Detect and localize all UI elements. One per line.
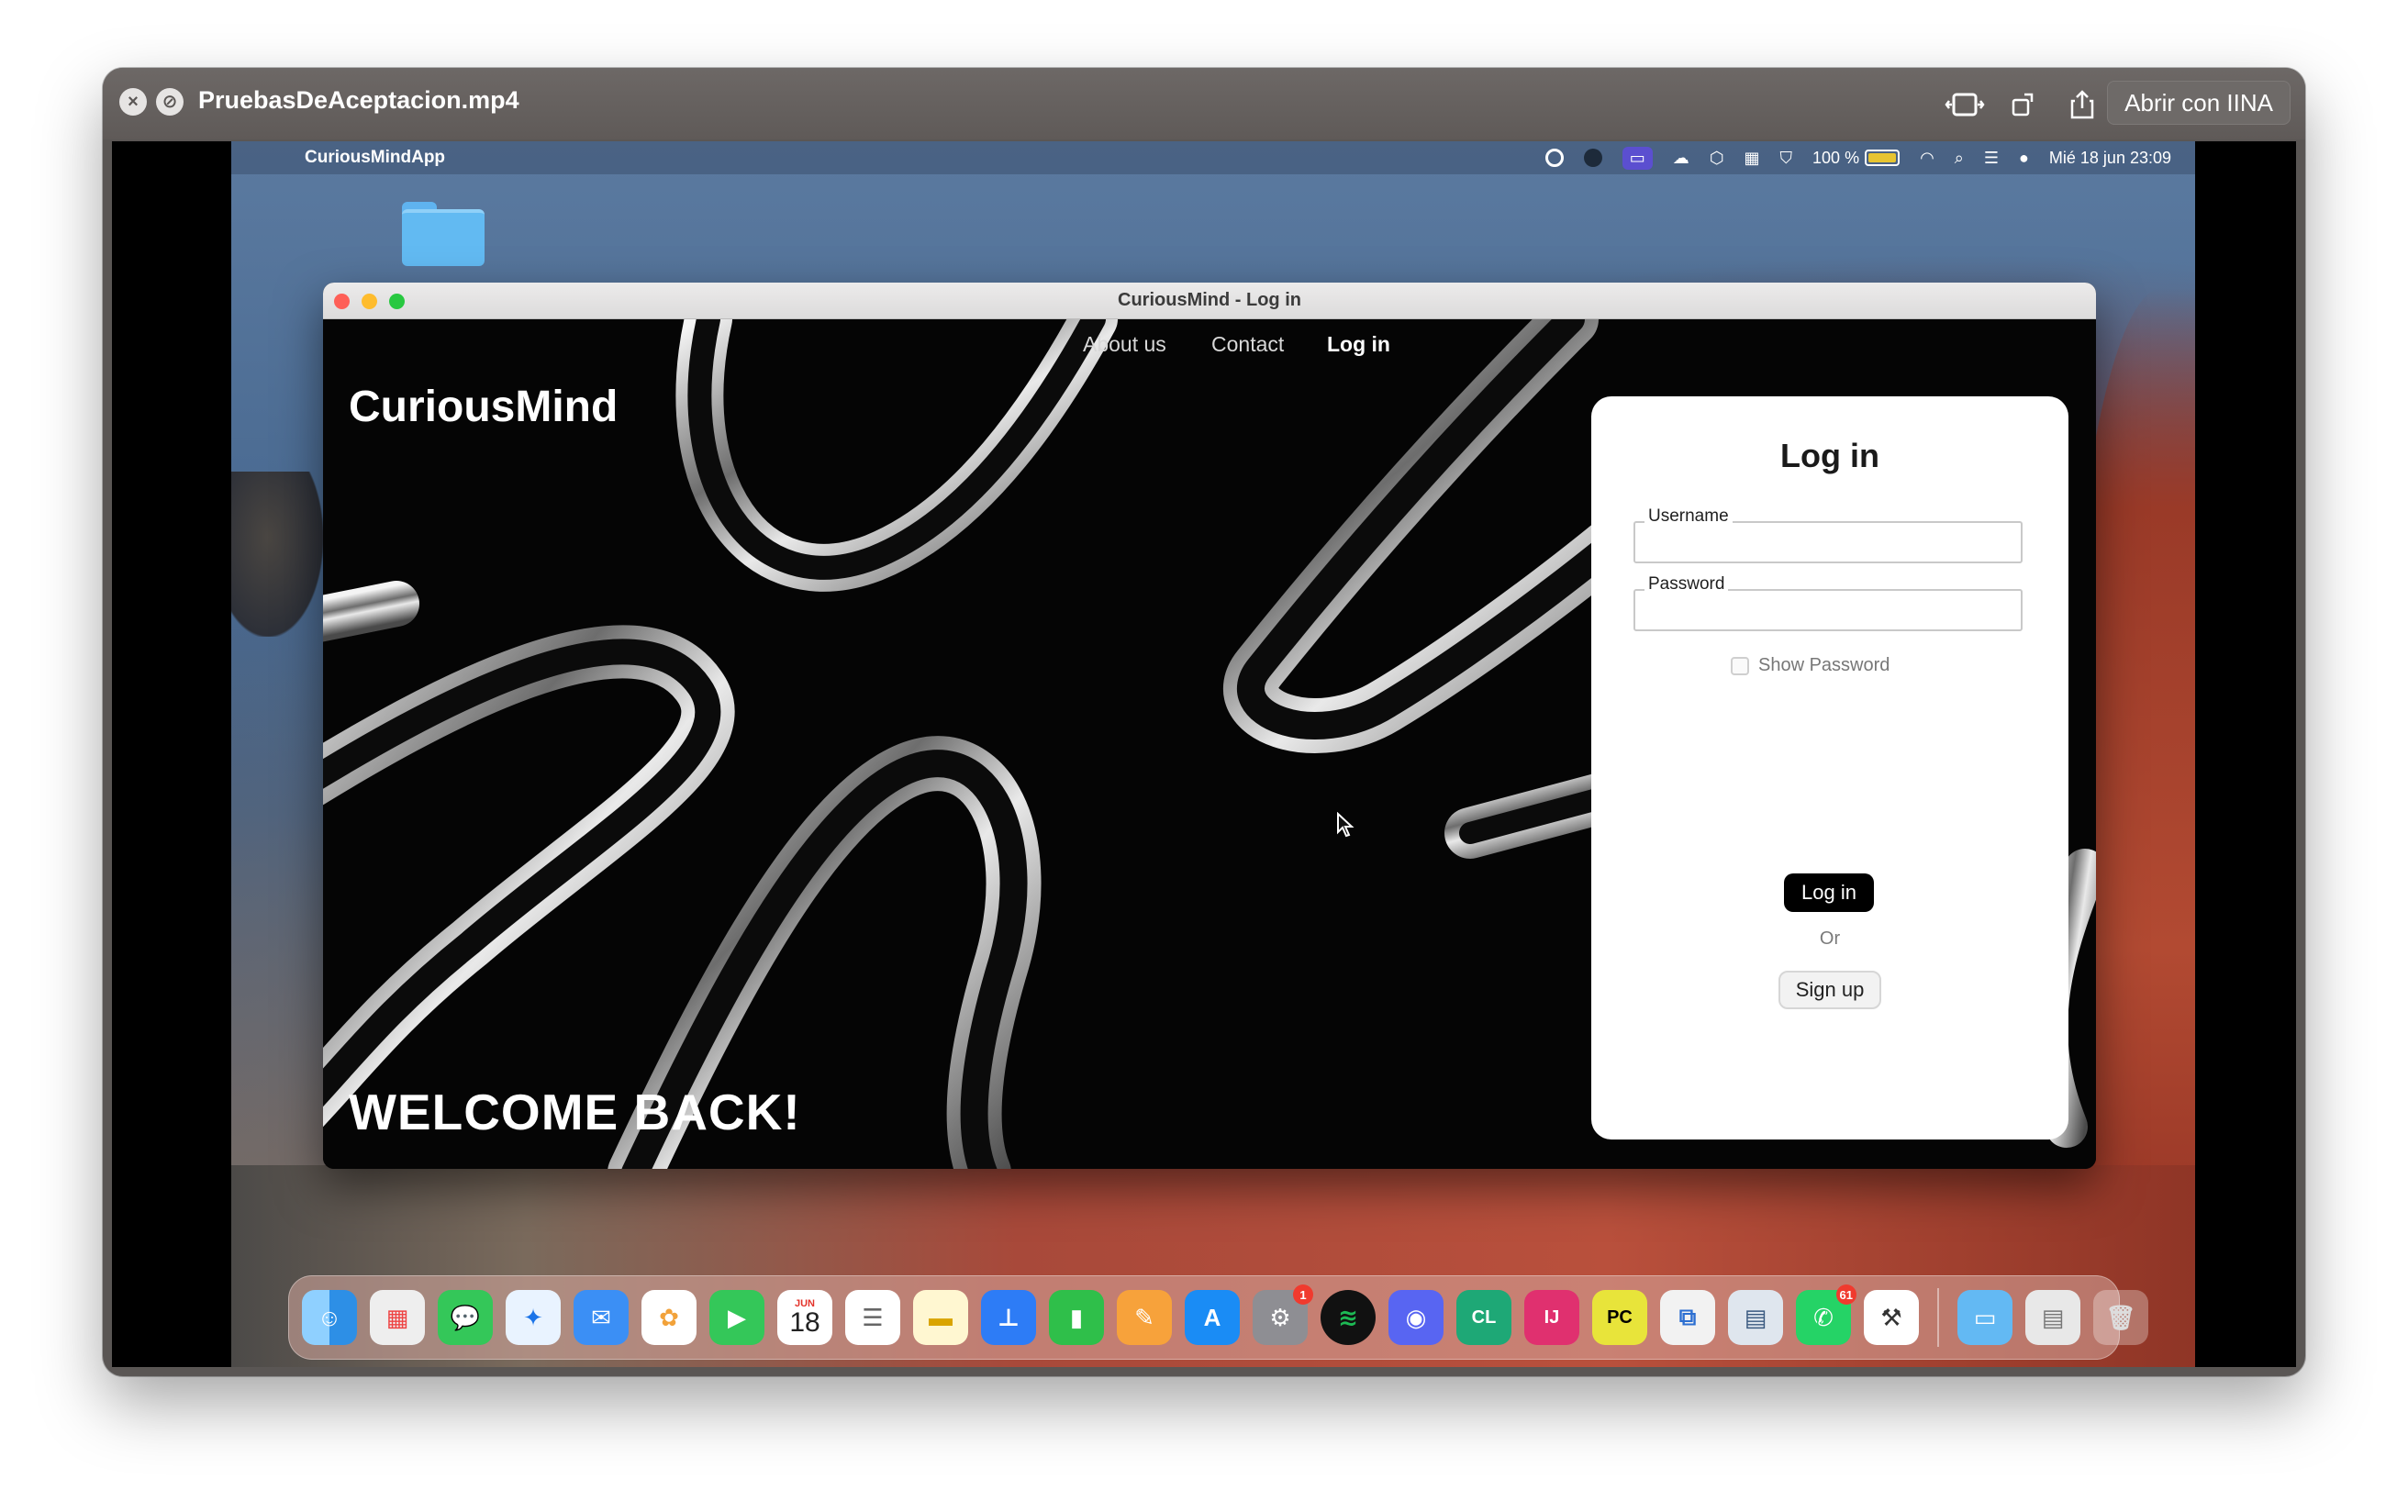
safari-icon[interactable]: ✦ <box>506 1290 561 1345</box>
zoom-window-button[interactable] <box>389 294 405 309</box>
password-input[interactable] <box>1635 591 2021 629</box>
facetime-icon[interactable]: ▶ <box>709 1290 764 1345</box>
share-icon[interactable] <box>2061 86 2103 123</box>
numbers-icon[interactable]: ▮ <box>1049 1290 1104 1345</box>
desktop-folder-icon[interactable] <box>402 202 485 266</box>
finder-icon[interactable]: ☺ <box>302 1290 357 1345</box>
fullscreen-icon[interactable]: ⊘ <box>156 88 184 116</box>
nav-contact[interactable]: Contact <box>1211 332 1284 357</box>
dock-separator <box>1937 1288 1939 1347</box>
hero-section: CuriousMind About us Contact Log in WELC… <box>323 319 2096 1169</box>
photos-icon[interactable]: ✿ <box>641 1290 697 1345</box>
box-icon[interactable]: ⬡ <box>1710 149 1724 168</box>
discord-icon[interactable]: ◉ <box>1388 1290 1444 1345</box>
keynote-icon[interactable]: ⊥ <box>981 1290 1036 1345</box>
window-title: CuriousMind - Log in <box>1118 290 1301 310</box>
or-separator: Or <box>1819 928 1841 949</box>
spotlight-search-icon[interactable]: ⌕ <box>1955 149 1964 168</box>
calendar-icon[interactable]: JUN 18 <box>777 1290 832 1345</box>
quicklook-titlebar: × ⊘ PruebasDeAceptacion.mp4 Abrir con II… <box>103 68 2305 139</box>
calendar-day: 18 <box>789 1307 820 1338</box>
pycharm-icon[interactable]: PC <box>1592 1290 1647 1345</box>
quicklook-window: × ⊘ PruebasDeAceptacion.mp4 Abrir con II… <box>103 68 2305 1376</box>
screen-share-icon[interactable]: ▭ <box>1622 146 1653 170</box>
menu-bar: CuriousMindApp ▭ ☁ ⬡ ▦ ⛉ 100 % ◠ ⌕ ☰ ● M… <box>231 141 2195 174</box>
show-password-toggle[interactable]: Show Password <box>1731 655 1890 676</box>
battery-status[interactable]: 100 % <box>1812 148 1901 168</box>
vmware-icon[interactable]: ⧉ <box>1660 1290 1715 1345</box>
pages-icon[interactable]: ✎ <box>1117 1290 1172 1345</box>
password-label: Password <box>1644 574 1729 595</box>
battery-percent: 100 % <box>1812 148 1860 167</box>
wallpaper-rock <box>231 472 323 637</box>
app-window: CuriousMind - Log in CuriousMind About u… <box>323 283 2096 1169</box>
desktop: CuriousMindApp ▭ ☁ ⬡ ▦ ⛉ 100 % ◠ ⌕ ☰ ● M… <box>231 141 2195 1367</box>
nav-login[interactable]: Log in <box>1327 332 1390 357</box>
password-field[interactable]: Password <box>1633 574 2023 631</box>
menu-clock[interactable]: Mié 18 jun 23:09 <box>2049 149 2171 168</box>
dock: ☺ ▦ 💬 ✦ ✉ ✿ ▶ JUN 18 ☰ ▬ ⊥ ▮ ✎ A ⚙1 ≋ ◉ <box>288 1275 2148 1360</box>
intellij-icon[interactable]: IJ <box>1524 1290 1579 1345</box>
rotate-icon[interactable] <box>2002 86 2045 123</box>
nav-about[interactable]: About us <box>1083 332 1166 357</box>
login-title: Log in <box>1780 437 1879 474</box>
wifi-icon[interactable]: ◠ <box>1920 149 1934 168</box>
open-with-iina-button[interactable]: Abrir con IINA <box>2107 81 2291 125</box>
preview-icon[interactable]: ▤ <box>1728 1290 1783 1345</box>
system-settings-icon[interactable]: ⚙ 1 <box>1253 1284 1313 1345</box>
spotify-icon[interactable]: ≋ <box>1321 1290 1376 1345</box>
battery-icon <box>1865 150 1901 166</box>
mail-icon[interactable]: ✉ <box>574 1290 629 1345</box>
control-center-icon[interactable]: ☰ <box>1984 149 1999 168</box>
whatsapp-badge: 61 <box>1835 1284 1856 1305</box>
quicklook-title: PruebasDeAceptacion.mp4 <box>198 86 519 114</box>
focus-status-icon[interactable] <box>1583 149 1602 167</box>
finder-window-icon[interactable]: ▤ <box>2025 1290 2080 1345</box>
shield-icon[interactable]: ⛉ <box>1780 149 1793 168</box>
brand-logo[interactable]: CuriousMind <box>349 382 618 432</box>
instruments-icon[interactable]: ⚒ <box>1864 1290 1919 1345</box>
record-status-icon[interactable] <box>1544 149 1564 167</box>
trash-icon[interactable]: 🗑 <box>2093 1290 2148 1345</box>
app-store-icon[interactable]: A <box>1185 1290 1240 1345</box>
login-card: Log in Username Password Show Password L… <box>1591 396 2068 1140</box>
cloud-icon[interactable]: ☁ <box>1673 149 1689 168</box>
notes-icon[interactable]: ▬ <box>913 1290 968 1345</box>
username-input[interactable] <box>1635 523 2021 561</box>
show-password-label: Show Password <box>1758 655 1890 675</box>
trim-video-icon[interactable] <box>1944 86 1986 123</box>
close-window-button[interactable] <box>334 294 350 309</box>
show-password-checkbox[interactable] <box>1731 656 1749 675</box>
signup-button[interactable]: Sign up <box>1778 971 1881 1009</box>
whatsapp-icon[interactable]: ✆ 61 <box>1796 1284 1856 1345</box>
menu-app-name[interactable]: CuriousMindApp <box>305 148 445 168</box>
welcome-heading: WELCOME BACK! <box>349 1084 801 1140</box>
display-icon[interactable]: ▦ <box>1745 149 1760 168</box>
siri-icon[interactable]: ● <box>2019 149 2029 168</box>
username-label: Username <box>1644 506 1733 527</box>
launchpad-icon[interactable]: ▦ <box>370 1290 425 1345</box>
close-icon[interactable]: × <box>119 88 147 116</box>
clion-icon[interactable]: CL <box>1456 1290 1511 1345</box>
minimize-window-button[interactable] <box>362 294 377 309</box>
app-titlebar: CuriousMind - Log in <box>323 283 2096 319</box>
menu-extras: ▭ ☁ ⬡ ▦ ⛉ 100 % ◠ ⌕ ☰ ● Mié 18 jun 23:09 <box>1544 145 2171 171</box>
settings-badge: 1 <box>1293 1284 1313 1305</box>
video-frame: CuriousMindApp ▭ ☁ ⬡ ▦ ⛉ 100 % ◠ ⌕ ☰ ● M… <box>112 141 2296 1367</box>
reminders-icon[interactable]: ☰ <box>845 1290 900 1345</box>
messages-icon[interactable]: 💬 <box>438 1290 493 1345</box>
downloads-folder-icon[interactable]: ▭ <box>1957 1290 2012 1345</box>
login-button[interactable]: Log in <box>1784 873 1874 912</box>
username-field[interactable]: Username <box>1633 506 2023 563</box>
